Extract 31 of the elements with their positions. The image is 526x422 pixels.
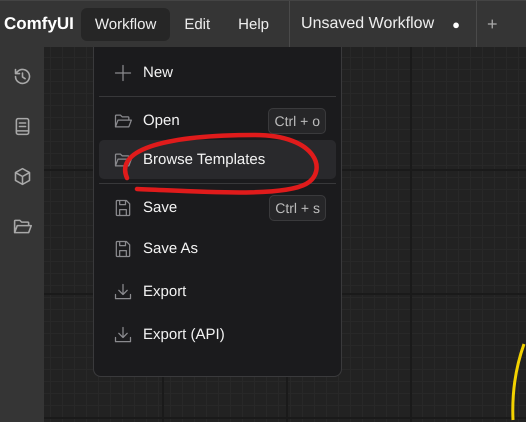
menu-item-label: Save As bbox=[143, 240, 200, 257]
menu-item-label: Browse Templates bbox=[143, 151, 266, 168]
menu-button[interactable]: Edit bbox=[170, 8, 224, 40]
shortcut-badge: Ctrl + o bbox=[268, 108, 326, 134]
menu-item[interactable]: Save As bbox=[99, 227, 336, 270]
menu-item-label: Export (API) bbox=[143, 326, 226, 343]
menu-item[interactable]: Open Ctrl + o bbox=[99, 101, 336, 140]
save-icon bbox=[113, 198, 133, 218]
menu-button[interactable]: Workflow bbox=[80, 8, 170, 40]
menu-item[interactable]: Export bbox=[99, 270, 336, 313]
menu-item[interactable]: Browse Templates bbox=[99, 140, 336, 179]
menu-item-label: Save bbox=[143, 199, 178, 216]
history-icon bbox=[12, 66, 32, 87]
app-logo: ComfyUI bbox=[3, 14, 75, 34]
menu-item[interactable]: Save Ctrl + s bbox=[99, 188, 336, 227]
download-icon bbox=[113, 282, 133, 302]
menu-item[interactable]: New bbox=[99, 53, 336, 92]
menu-button[interactable]: Help bbox=[224, 8, 284, 40]
menu-item-label: Open bbox=[143, 112, 181, 129]
shortcut-badge: Ctrl + s bbox=[269, 194, 326, 220]
save-icon bbox=[113, 238, 133, 258]
tab-title: Unsaved Workflow bbox=[301, 15, 434, 33]
plus-icon bbox=[113, 62, 133, 82]
workflow-tab[interactable]: Unsaved Workflow ● bbox=[290, 1, 470, 47]
new-tab-button[interactable]: + bbox=[476, 14, 498, 34]
menu-item-label: New bbox=[143, 64, 174, 81]
unsaved-dot: ● bbox=[452, 16, 460, 32]
menu-item[interactable]: Export (API) bbox=[99, 313, 336, 356]
menu-item-label: Export bbox=[143, 283, 188, 300]
cube-icon bbox=[12, 166, 32, 187]
download-icon bbox=[113, 324, 133, 344]
